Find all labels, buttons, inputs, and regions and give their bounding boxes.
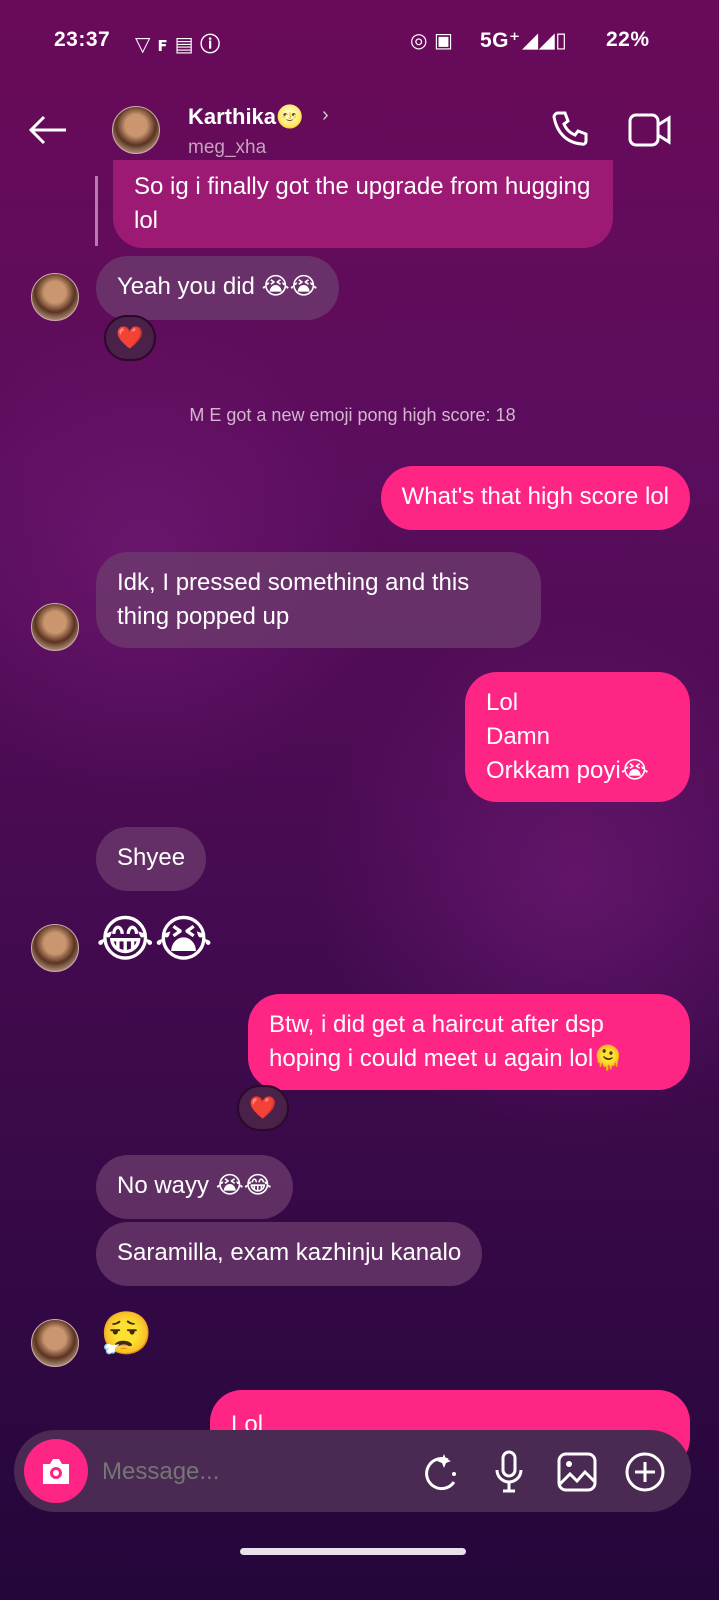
back-arrow-icon[interactable]: [28, 114, 68, 146]
received-message[interactable]: Idk, I pressed something and this thing …: [96, 552, 541, 648]
heart-reaction[interactable]: ❤️: [104, 315, 156, 361]
add-icon[interactable]: [625, 1452, 665, 1492]
quote-line: [95, 176, 98, 246]
emoji-message[interactable]: 😂😭: [96, 910, 213, 968]
sender-avatar: [31, 273, 79, 321]
battery-level: 22%: [606, 28, 650, 51]
received-message[interactable]: Shyee: [96, 827, 207, 891]
contact-avatar[interactable]: [112, 106, 160, 154]
quoted-message[interactable]: So ig i finally got the upgrade from hug…: [113, 160, 613, 248]
sticker-icon[interactable]: [420, 1452, 460, 1492]
contact-username: meg_xha: [188, 137, 267, 158]
hotspot-icon: ◎ ▣: [410, 30, 454, 52]
sender-avatar: [31, 603, 79, 651]
microphone-icon[interactable]: [494, 1450, 524, 1494]
sent-message[interactable]: What's that high score lol: [380, 466, 690, 530]
received-message[interactable]: Yeah you did 😭😭: [96, 256, 339, 320]
network-type: 5G⁺: [480, 29, 521, 52]
phone-icon[interactable]: [550, 110, 590, 150]
notification-icons: ▽ ꜰ ▤ ⓘ: [135, 34, 221, 56]
received-message[interactable]: No wayy 😭😂: [96, 1155, 293, 1219]
signal-icon: ◢◢▯: [522, 29, 568, 52]
sender-avatar: [31, 1319, 79, 1367]
sent-message[interactable]: Lol Damn Orkkam poyi😭: [465, 672, 690, 802]
chevron-right-icon[interactable]: ›: [322, 104, 329, 127]
home-indicator[interactable]: [240, 1548, 466, 1555]
message-composer: [14, 1430, 691, 1512]
gallery-icon[interactable]: [557, 1452, 597, 1492]
camera-icon: [43, 1459, 69, 1484]
received-message[interactable]: Saramilla, exam kazhinju kanalo: [96, 1222, 483, 1286]
message-input[interactable]: [102, 1452, 402, 1492]
system-message: M E got a new emoji pong high score: 18: [189, 405, 516, 425]
heart-reaction[interactable]: ❤️: [237, 1085, 289, 1131]
camera-button[interactable]: [24, 1439, 88, 1503]
contact-name[interactable]: Karthika🌝: [188, 104, 303, 130]
sent-message[interactable]: Btw, i did get a haircut after dsp hopin…: [248, 994, 690, 1090]
video-call-icon[interactable]: [628, 112, 672, 148]
emoji-message[interactable]: 😮‍💨: [100, 1310, 152, 1359]
status-time: 23:37: [54, 28, 111, 51]
sender-avatar: [31, 924, 79, 972]
